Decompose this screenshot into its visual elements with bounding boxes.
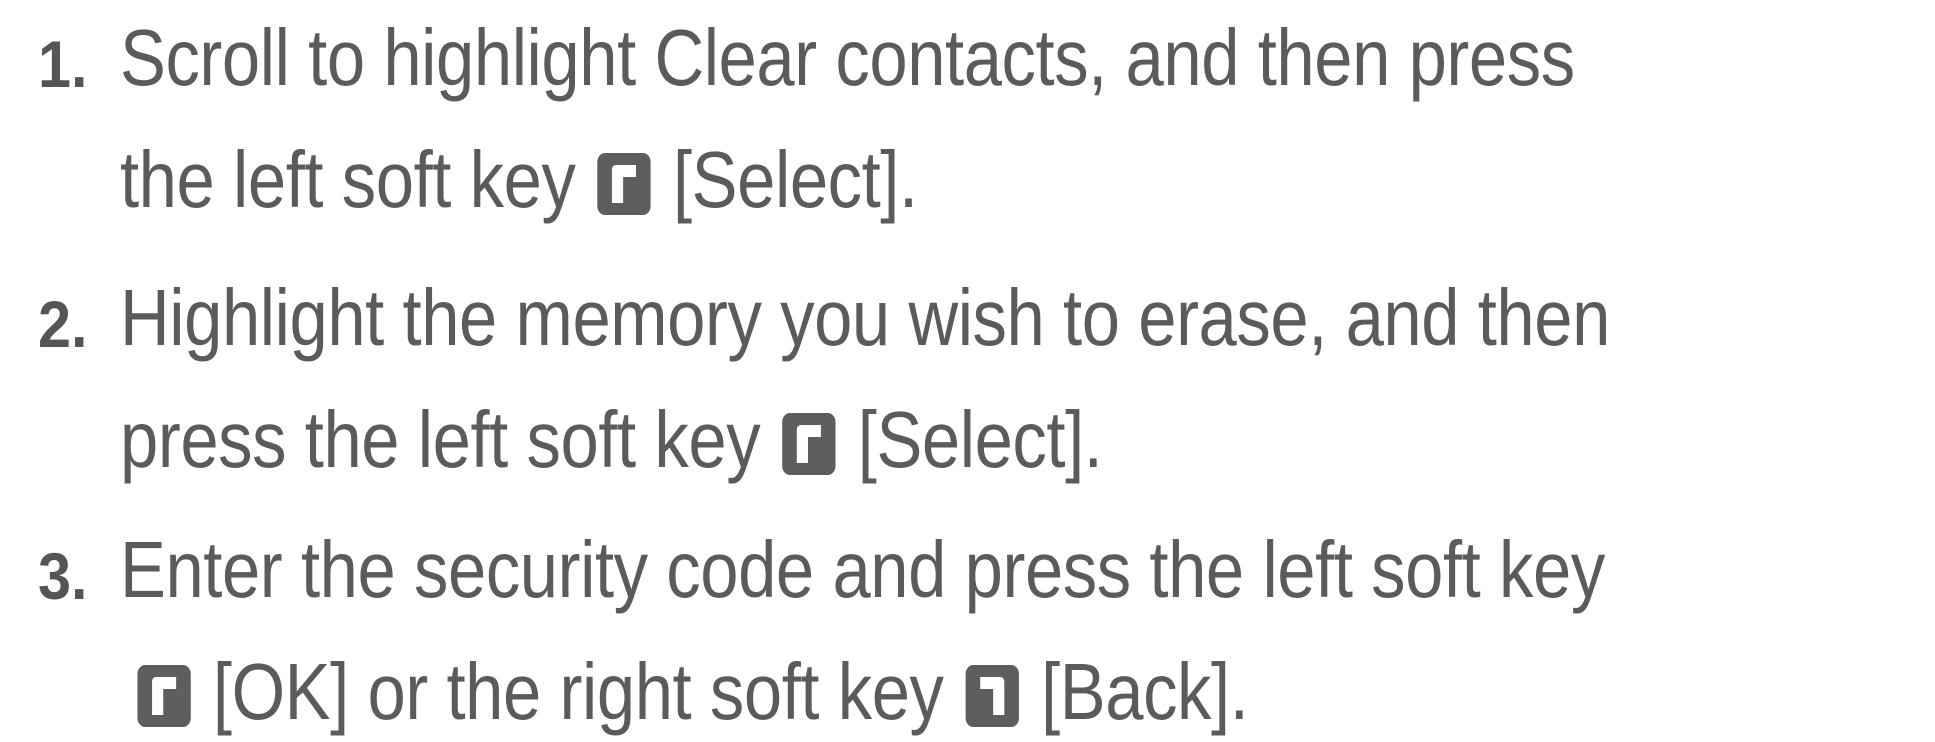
right-soft-key-icon bbox=[965, 665, 1019, 727]
step-text: [Back]. bbox=[1022, 647, 1249, 736]
instruction-steps: 1. Scroll to highlight Clear contacts, a… bbox=[0, 0, 1935, 736]
step-number: 3. bbox=[38, 539, 88, 613]
step-text-line-1: Scroll to highlight Clear contacts, and … bbox=[120, 13, 1575, 102]
step-text: [Select]. bbox=[654, 135, 918, 224]
left-soft-key-icon bbox=[137, 665, 191, 727]
step-number: 1. bbox=[38, 27, 88, 101]
step-text-line-1: Highlight the memory you wish to erase, … bbox=[120, 273, 1610, 362]
step-text-line-2: press the left soft key [Select]. bbox=[120, 390, 1103, 490]
left-soft-key-icon bbox=[597, 153, 651, 215]
step-text: [Select]. bbox=[839, 395, 1103, 484]
left-soft-key-icon bbox=[782, 413, 836, 475]
step-number: 2. bbox=[38, 287, 88, 361]
step-text: the left soft key bbox=[120, 135, 576, 224]
step-text-line-2: the left soft key [Select]. bbox=[120, 130, 918, 230]
step-text-line-2: [OK] or the right soft key [Back]. bbox=[134, 642, 1249, 742]
step-text-line-1: Enter the security code and press the le… bbox=[120, 525, 1605, 614]
step-text: press the left soft key bbox=[120, 395, 761, 484]
step-text: [OK] or the right soft key bbox=[194, 647, 944, 736]
